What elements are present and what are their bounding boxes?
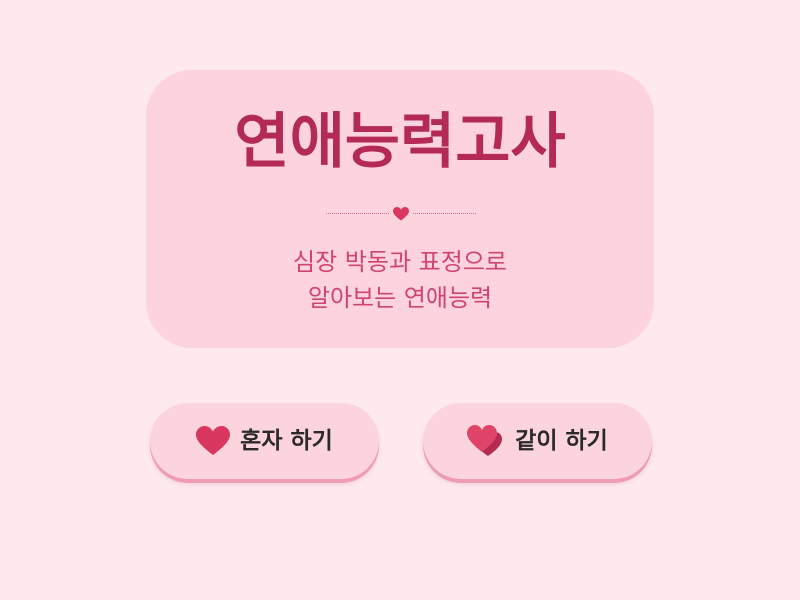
double-heart-icon (467, 425, 503, 456)
subtitle-line-1: 심장 박동과 표정으로 (293, 248, 507, 276)
divider-line-right (413, 213, 476, 214)
heart-icon (196, 426, 231, 455)
divider-line-left (326, 213, 389, 214)
together-play-button[interactable]: 같이 하기 (423, 403, 652, 479)
solo-play-label: 혼자 하기 (240, 427, 333, 454)
subtitle-line-2: 알아보는 연애능력 (307, 284, 493, 312)
solo-play-button[interactable]: 혼자 하기 (150, 403, 379, 479)
together-play-label: 같이 하기 (515, 427, 608, 454)
divider (326, 207, 476, 221)
heart-icon (393, 207, 409, 221)
page-title: 연애능력고사 (234, 107, 566, 177)
